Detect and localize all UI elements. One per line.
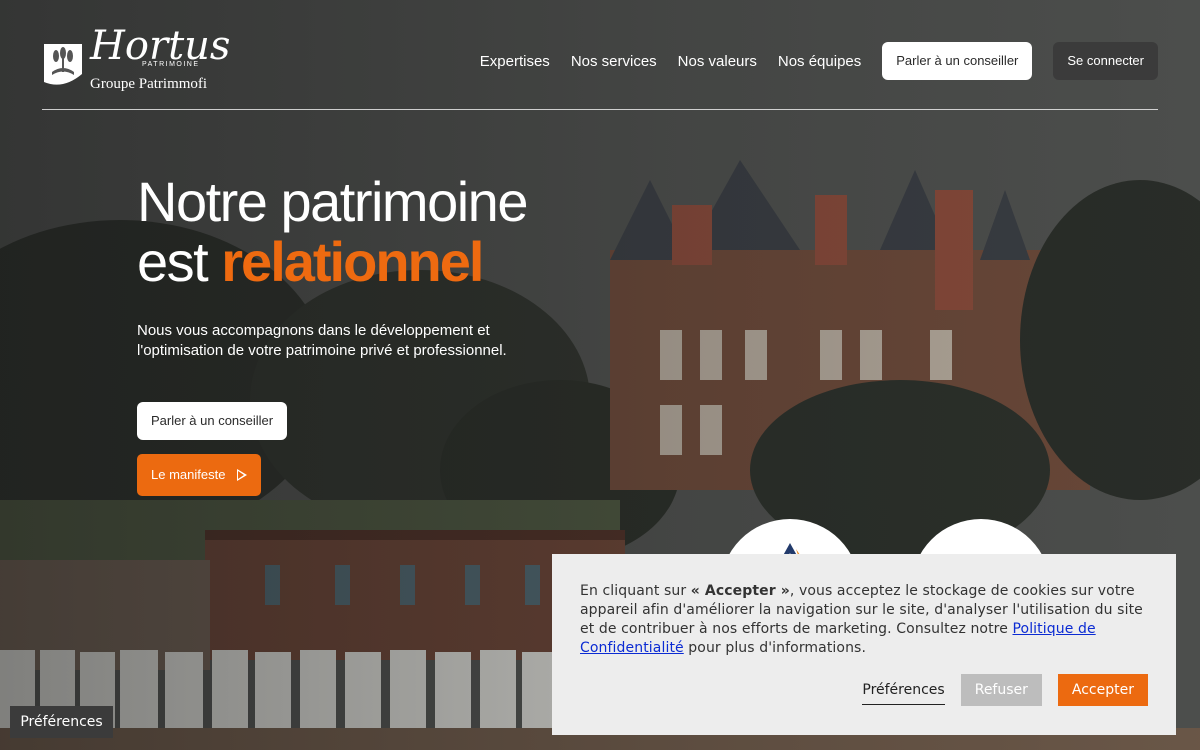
cookie-banner: En cliquant sur « Accepter », vous accep… bbox=[552, 554, 1176, 735]
hero-subtitle: Nous vous accompagnons dans le développe… bbox=[137, 322, 507, 359]
hero-talk-to-advisor-button[interactable]: Parler à un conseiller bbox=[137, 402, 288, 440]
manifest-button[interactable]: Le manifeste bbox=[137, 454, 262, 496]
manifest-button-label: Le manifeste bbox=[151, 467, 226, 482]
nav-values[interactable]: Nos valeurs bbox=[678, 53, 757, 70]
nav-teams[interactable]: Nos équipes bbox=[778, 53, 861, 70]
cookie-actions: Préférences Refuser Accepter bbox=[862, 674, 1148, 706]
hero-title-accent: relationnel bbox=[221, 230, 484, 293]
cookie-preferences-button[interactable]: Préférences bbox=[862, 682, 945, 705]
wheat-shield-icon bbox=[44, 44, 82, 85]
site-header: Hortus PATRIMOINE Groupe Patrimmofi Expe… bbox=[42, 24, 1158, 110]
brand-tagline: PATRIMOINE bbox=[142, 61, 200, 68]
floating-preferences-button[interactable]: Préférences bbox=[10, 706, 113, 738]
hero-title: Notre patrimoine est relationnel bbox=[137, 170, 528, 293]
play-icon bbox=[237, 469, 248, 481]
cookie-text-bold: « Accepter » bbox=[690, 583, 790, 599]
hero-title-line1: Notre patrimoine bbox=[137, 170, 528, 233]
brand-group: Groupe Patrimmofi bbox=[90, 76, 208, 92]
header-talk-to-advisor-button[interactable]: Parler à un conseiller bbox=[882, 42, 1033, 80]
nav-services[interactable]: Nos services bbox=[571, 53, 657, 70]
brand-logo[interactable]: Hortus PATRIMOINE Groupe Patrimmofi bbox=[42, 24, 230, 98]
cookie-text-part: pour plus d'informations. bbox=[683, 640, 867, 656]
main-nav: Expertises Nos services Nos valeurs Nos … bbox=[480, 42, 1158, 80]
hero-title-line2-prefix: est bbox=[137, 230, 222, 293]
login-button[interactable]: Se connecter bbox=[1053, 42, 1158, 80]
cookie-text: En cliquant sur « Accepter », vous accep… bbox=[580, 582, 1148, 658]
nav-expertises[interactable]: Expertises bbox=[480, 53, 550, 70]
cookie-accept-button[interactable]: Accepter bbox=[1057, 674, 1148, 706]
cookie-refuse-button[interactable]: Refuser bbox=[960, 674, 1042, 706]
cookie-text-part: En cliquant sur bbox=[580, 583, 691, 599]
